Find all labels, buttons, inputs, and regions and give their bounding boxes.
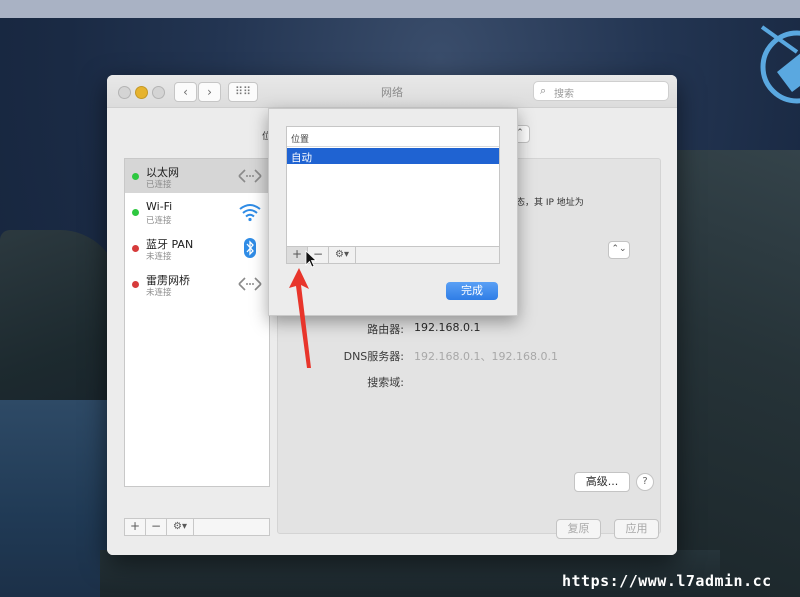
location-row-selected[interactable]: 自动 <box>287 148 499 164</box>
service-status: 已连接 <box>146 216 172 226</box>
bluetooth-icon <box>244 238 256 258</box>
site-logo-icon <box>760 25 800 104</box>
advanced-button[interactable]: 高级... <box>574 472 630 492</box>
locations-column-header: 位置 <box>287 127 499 147</box>
edit-locations-sheet: 位置 自动 + − ⚙▾ 完成 <box>268 108 518 316</box>
locations-toolbar: + − ⚙▾ <box>286 246 500 264</box>
router-label: 路由器: <box>367 323 404 336</box>
status-dot <box>132 245 139 252</box>
dns-server-value: 192.168.0.1、192.168.0.1 <box>414 350 558 363</box>
add-service-button[interactable]: + <box>125 519 146 535</box>
status-dot <box>132 281 139 288</box>
service-item-thunderbolt-bridge[interactable]: 雷雳网桥 未连接 <box>125 267 269 301</box>
service-name: Wi-Fi <box>146 200 173 213</box>
service-status: 未连接 <box>146 288 172 298</box>
service-status: 已连接 <box>146 180 172 190</box>
location-gear-menu-button[interactable]: ⚙▾ <box>329 247 356 263</box>
watermark-text: https://www.l7admin.cc <box>562 572 772 590</box>
revert-button[interactable]: 复原 <box>556 519 601 539</box>
service-list[interactable]: 以太网 已连接 Wi-Fi 已连接 蓝牙 PAN 未连接 雷雳网桥 未连接 <box>124 158 270 487</box>
wallpaper-water-left <box>0 400 110 597</box>
status-dot <box>132 173 139 180</box>
ethernet-arrows-icon <box>238 169 262 183</box>
dns-server-label: DNS服务器: <box>343 350 404 363</box>
search-field[interactable]: ⌕ 搜索 <box>533 81 669 101</box>
thunderbolt-bridge-arrows-icon <box>238 277 262 291</box>
locations-table[interactable]: 位置 自动 <box>286 126 500 264</box>
configure-popup-partial[interactable]: ⌃⌄ <box>608 241 630 259</box>
service-gear-menu-button[interactable]: ⚙▾ <box>167 519 194 535</box>
service-status: 未连接 <box>146 252 172 262</box>
search-placeholder: 搜索 <box>554 89 574 100</box>
search-domain-label: 搜索域: <box>367 376 404 389</box>
service-item-wifi[interactable]: Wi-Fi 已连接 <box>125 195 269 229</box>
menu-bar <box>0 0 800 18</box>
remove-service-button[interactable]: − <box>146 519 167 535</box>
wifi-icon <box>239 204 261 222</box>
status-description-partial: 态，其 IP 地址为 <box>516 198 584 208</box>
remove-location-button[interactable]: − <box>308 247 329 263</box>
service-list-toolbar: + − ⚙▾ <box>124 518 270 536</box>
router-value: 192.168.0.1 <box>414 321 481 334</box>
done-button[interactable]: 完成 <box>446 282 498 300</box>
service-item-ethernet[interactable]: 以太网 已连接 <box>125 159 269 193</box>
service-item-bluetooth-pan[interactable]: 蓝牙 PAN 未连接 <box>125 231 269 265</box>
window-titlebar: ‹ › ⠿⠿ 网络 ⌕ 搜索 <box>107 75 677 108</box>
apply-button[interactable]: 应用 <box>614 519 659 539</box>
add-location-button[interactable]: + <box>287 247 308 263</box>
help-button[interactable]: ? <box>636 473 654 491</box>
status-dot <box>132 209 139 216</box>
search-icon: ⌕ <box>540 84 547 97</box>
wallpaper-cliff-right <box>676 150 800 597</box>
